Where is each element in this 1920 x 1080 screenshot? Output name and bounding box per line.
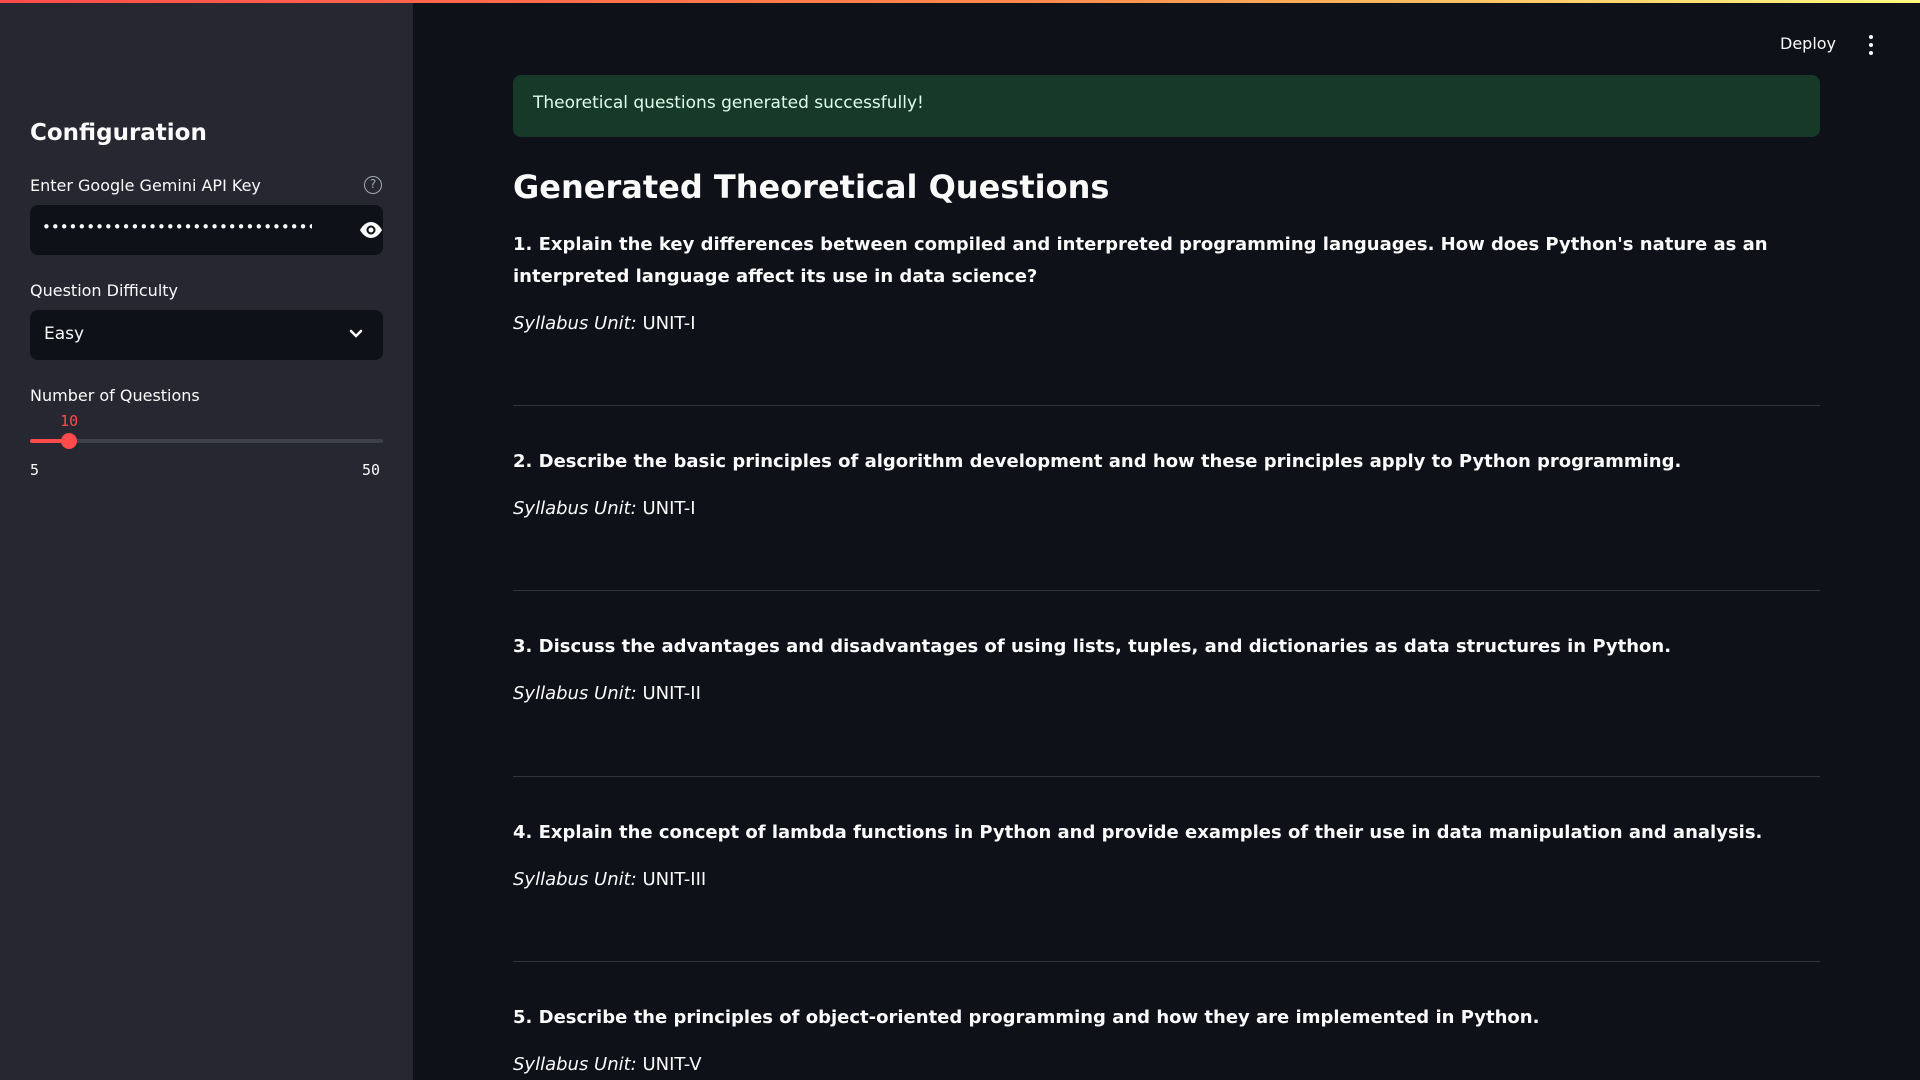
- num-questions-label: Number of Questions: [30, 386, 200, 405]
- question-text: 2. Describe the basic principles of algo…: [513, 451, 1682, 472]
- syllabus-unit-label: Syllabus Unit:: [513, 869, 637, 890]
- divider: [513, 961, 1820, 962]
- slider-min: 5: [30, 461, 40, 479]
- syllabus-unit-label: Syllabus Unit:: [513, 1054, 637, 1075]
- api-key-masked-value: •••••••••••••••••••••••••••••••••••••••: [42, 218, 312, 236]
- chevron-down-icon: [349, 329, 363, 338]
- question-item: 5. Describe the principles of object-ori…: [513, 1002, 1820, 1075]
- difficulty-label: Question Difficulty: [30, 281, 179, 300]
- help-icon[interactable]: ?: [364, 176, 382, 194]
- syllabus-unit: Syllabus Unit: UNIT-V: [513, 1054, 1820, 1075]
- question-text: 4. Explain the concept of lambda functio…: [513, 822, 1763, 843]
- question-text: 1. Explain the key differences between c…: [513, 234, 1768, 287]
- question-item: 3. Discuss the advantages and disadvanta…: [513, 631, 1820, 704]
- page-title: Generated Theoretical Questions: [513, 168, 1110, 206]
- question-text: 5. Describe the principles of object-ori…: [513, 1007, 1540, 1028]
- deploy-button[interactable]: Deploy: [1780, 34, 1836, 53]
- divider: [513, 590, 1820, 591]
- syllabus-unit: Syllabus Unit: UNIT-I: [513, 498, 1820, 519]
- syllabus-unit: Syllabus Unit: UNIT-II: [513, 683, 1820, 704]
- question-item: 2. Describe the basic principles of algo…: [513, 446, 1820, 519]
- syllabus-unit-value: UNIT-I: [642, 498, 696, 519]
- syllabus-unit-label: Syllabus Unit:: [513, 313, 637, 334]
- syllabus-unit-label: Syllabus Unit:: [513, 683, 637, 704]
- difficulty-value: Easy: [44, 324, 85, 344]
- syllabus-unit-label: Syllabus Unit:: [513, 498, 637, 519]
- api-key-input[interactable]: •••••••••••••••••••••••••••••••••••••••: [30, 205, 383, 255]
- api-key-label: Enter Google Gemini API Key: [30, 176, 261, 195]
- question-item: 4. Explain the concept of lambda functio…: [513, 817, 1820, 890]
- slider-thumb[interactable]: [61, 433, 78, 449]
- syllabus-unit-value: UNIT-III: [642, 869, 707, 890]
- success-alert: Theoretical questions generated successf…: [513, 75, 1820, 137]
- syllabus-unit-value: UNIT-II: [642, 683, 701, 704]
- top-decoration-bar: [0, 0, 1920, 3]
- question-item: 1. Explain the key differences between c…: [513, 229, 1820, 334]
- question-text: 3. Discuss the advantages and disadvanta…: [513, 636, 1672, 657]
- divider: [513, 776, 1820, 777]
- more-menu-icon[interactable]: [1867, 34, 1875, 56]
- sidebar: Configuration Enter Google Gemini API Ke…: [0, 0, 413, 1080]
- slider-value: 10: [60, 412, 79, 430]
- syllabus-unit-value: UNIT-I: [642, 313, 696, 334]
- divider: [513, 405, 1820, 406]
- success-message: Theoretical questions generated successf…: [533, 93, 924, 113]
- difficulty-select[interactable]: Easy: [30, 310, 383, 360]
- eye-icon[interactable]: [358, 221, 384, 239]
- syllabus-unit-value: UNIT-V: [642, 1054, 702, 1075]
- slider-max: 50: [362, 461, 381, 479]
- syllabus-unit: Syllabus Unit: UNIT-III: [513, 869, 1820, 890]
- syllabus-unit: Syllabus Unit: UNIT-I: [513, 313, 1820, 334]
- slider-track[interactable]: [30, 439, 383, 443]
- sidebar-title: Configuration: [30, 120, 207, 146]
